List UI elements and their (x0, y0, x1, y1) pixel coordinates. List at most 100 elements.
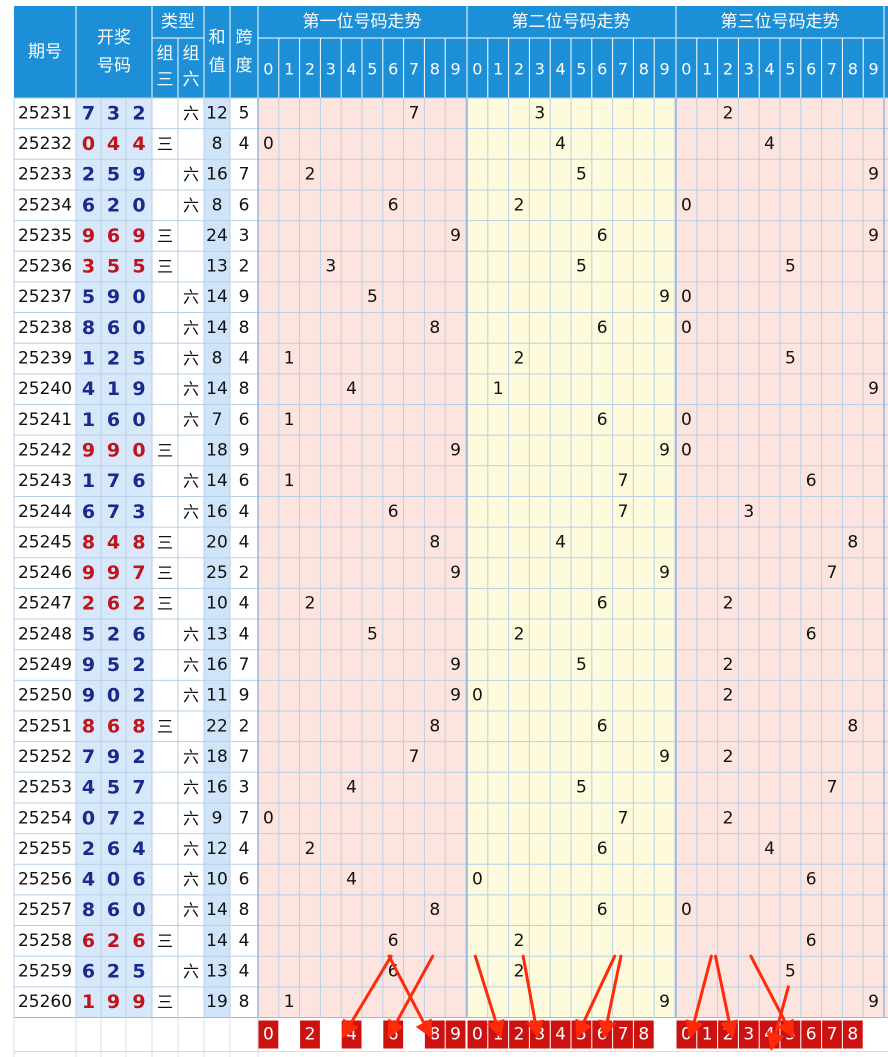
header-digit-s2-1: 1 (493, 60, 503, 79)
sum-cell: 12 (206, 103, 228, 123)
trend-mark-pos2: 6 (597, 410, 608, 430)
draw-digit-2: 9 (107, 991, 120, 1013)
group6-cell: 六 (183, 165, 199, 184)
draw-digit-1: 3 (82, 256, 95, 278)
draw-digit-2: 3 (107, 102, 120, 124)
trend-mark-pos3: 9 (868, 226, 879, 246)
trend-mark-pos2: 2 (514, 349, 525, 369)
trend-mark-pos2: 6 (597, 318, 608, 338)
header-digit-s2-0: 0 (472, 60, 482, 79)
trend-mark-pos3: 2 (723, 103, 734, 123)
span-cell: 6 (239, 870, 250, 890)
trend-mark-pos3: 9 (868, 379, 879, 399)
group6-cell: 六 (183, 196, 199, 215)
period-cell: 25239 (18, 349, 72, 369)
draw-digit-1: 9 (82, 225, 95, 247)
header-digit-s3-4: 4 (765, 60, 775, 79)
trend-mark-pos2: 5 (576, 655, 587, 675)
draw-digit-2: 6 (107, 317, 120, 339)
period-cell: 25244 (18, 502, 72, 522)
header-digit-s3-5: 5 (785, 60, 795, 79)
trend-mark-pos2: 6 (597, 594, 608, 614)
span-cell: 6 (239, 410, 250, 430)
trend-mark-pos3: 4 (764, 134, 775, 154)
period-cell: 25249 (18, 655, 72, 675)
header-section-1: 第一位号码走势 (303, 12, 422, 32)
draw-digit-3: 2 (132, 102, 145, 124)
trend-mark-pos2: 6 (597, 716, 608, 736)
draw-digit-2: 2 (107, 194, 120, 216)
period-cell: 25248 (18, 624, 72, 644)
period-cell: 25254 (18, 808, 72, 828)
group3-cell: 三 (157, 993, 173, 1012)
draw-digit-1: 5 (82, 286, 95, 308)
sum-cell: 14 (206, 900, 228, 920)
draw-digit-3: 9 (132, 164, 145, 186)
draw-digit-1: 8 (82, 531, 95, 553)
trend-mark-pos2: 4 (555, 134, 566, 154)
trend-mark-pos1: 1 (284, 471, 295, 491)
draw-digit-3: 9 (132, 378, 145, 400)
header-digit-s1-0: 0 (263, 60, 273, 79)
draw-digit-3: 4 (132, 838, 145, 860)
span-cell: 4 (239, 839, 250, 859)
draw-digit-1: 5 (82, 623, 95, 645)
draw-digit-3: 8 (132, 531, 145, 553)
trend-mark-pos2: 0 (472, 870, 483, 890)
predicted-mark-label: 6 (806, 1025, 817, 1045)
lottery-trend-chart: 期号 开奖 号码 类型组三组六和值跨度第一位号码走势 0 1 2 3 4 5 6 7 8 9 第二位号码走势… (0, 0, 888, 1057)
draw-digit-2: 5 (107, 654, 120, 676)
period-cell: 25252 (18, 747, 72, 767)
trend-mark-pos1: 9 (450, 655, 461, 675)
group6-cell: 六 (183, 410, 199, 429)
trend-mark-pos3: 3 (743, 502, 754, 522)
trend-mark-pos3: 0 (681, 318, 692, 338)
sum-cell: 13 (206, 962, 228, 982)
trend-table-svg: 期号开奖号码类型组三组六和值跨度第一位号码走势0 1 2 3 4 5 6 7 8 9第二位号码走势… (13, 6, 888, 1057)
group3-cell: 三 (157, 717, 173, 736)
predicted-mark-label: 7 (618, 1025, 629, 1045)
draw-digit-2: 0 (107, 869, 120, 891)
trend-mark-pos3: 2 (723, 594, 734, 614)
header-group6-line1: 组 (183, 44, 200, 64)
draw-digit-2: 2 (107, 961, 120, 983)
group6-cell: 六 (183, 349, 199, 368)
group3-cell: 三 (157, 226, 173, 245)
draw-digit-2: 0 (107, 685, 120, 707)
trend-mark-pos3: 2 (723, 747, 734, 767)
span-cell: 9 (239, 440, 250, 460)
span-cell: 2 (239, 257, 250, 277)
group3-cell: 三 (157, 931, 173, 950)
draw-digit-3: 7 (132, 562, 145, 584)
sum-cell: 18 (206, 747, 228, 767)
sum-cell: 22 (206, 716, 228, 736)
trend-mark-pos2: 6 (597, 900, 608, 920)
header-digit-s2-4: 4 (556, 60, 566, 79)
predicted-mark-label: 0 (472, 1025, 483, 1045)
draw-digit-3: 6 (132, 623, 145, 645)
group6-cell: 六 (183, 318, 199, 337)
draw-digit-3: 7 (132, 777, 145, 799)
draw-digit-3: 5 (132, 348, 145, 370)
predicted-mark-label: 2 (305, 1025, 316, 1045)
group6-cell: 六 (183, 962, 199, 981)
draw-digit-2: 4 (107, 531, 120, 553)
trend-mark-pos3: 5 (785, 257, 796, 277)
draw-digit-2: 9 (107, 439, 120, 461)
header-digit-s2-5: 5 (576, 60, 586, 79)
draw-digit-1: 8 (82, 317, 95, 339)
period-cell: 25233 (18, 165, 72, 185)
draw-digit-2: 6 (107, 838, 120, 860)
draw-digit-3: 0 (132, 439, 145, 461)
sum-cell: 9 (212, 808, 223, 828)
draw-digit-1: 1 (82, 991, 95, 1013)
header-sum-line1: 和 (209, 28, 226, 48)
trend-mark-pos2: 9 (659, 747, 670, 767)
trend-mark-pos1: 7 (409, 747, 420, 767)
trend-mark-pos2: 7 (618, 502, 629, 522)
span-cell: 7 (239, 165, 250, 185)
header-digit-s1-6: 6 (388, 60, 398, 79)
trend-mark-pos2: 9 (659, 440, 670, 460)
sum-cell: 13 (206, 624, 228, 644)
trend-mark-pos1: 7 (409, 103, 420, 123)
